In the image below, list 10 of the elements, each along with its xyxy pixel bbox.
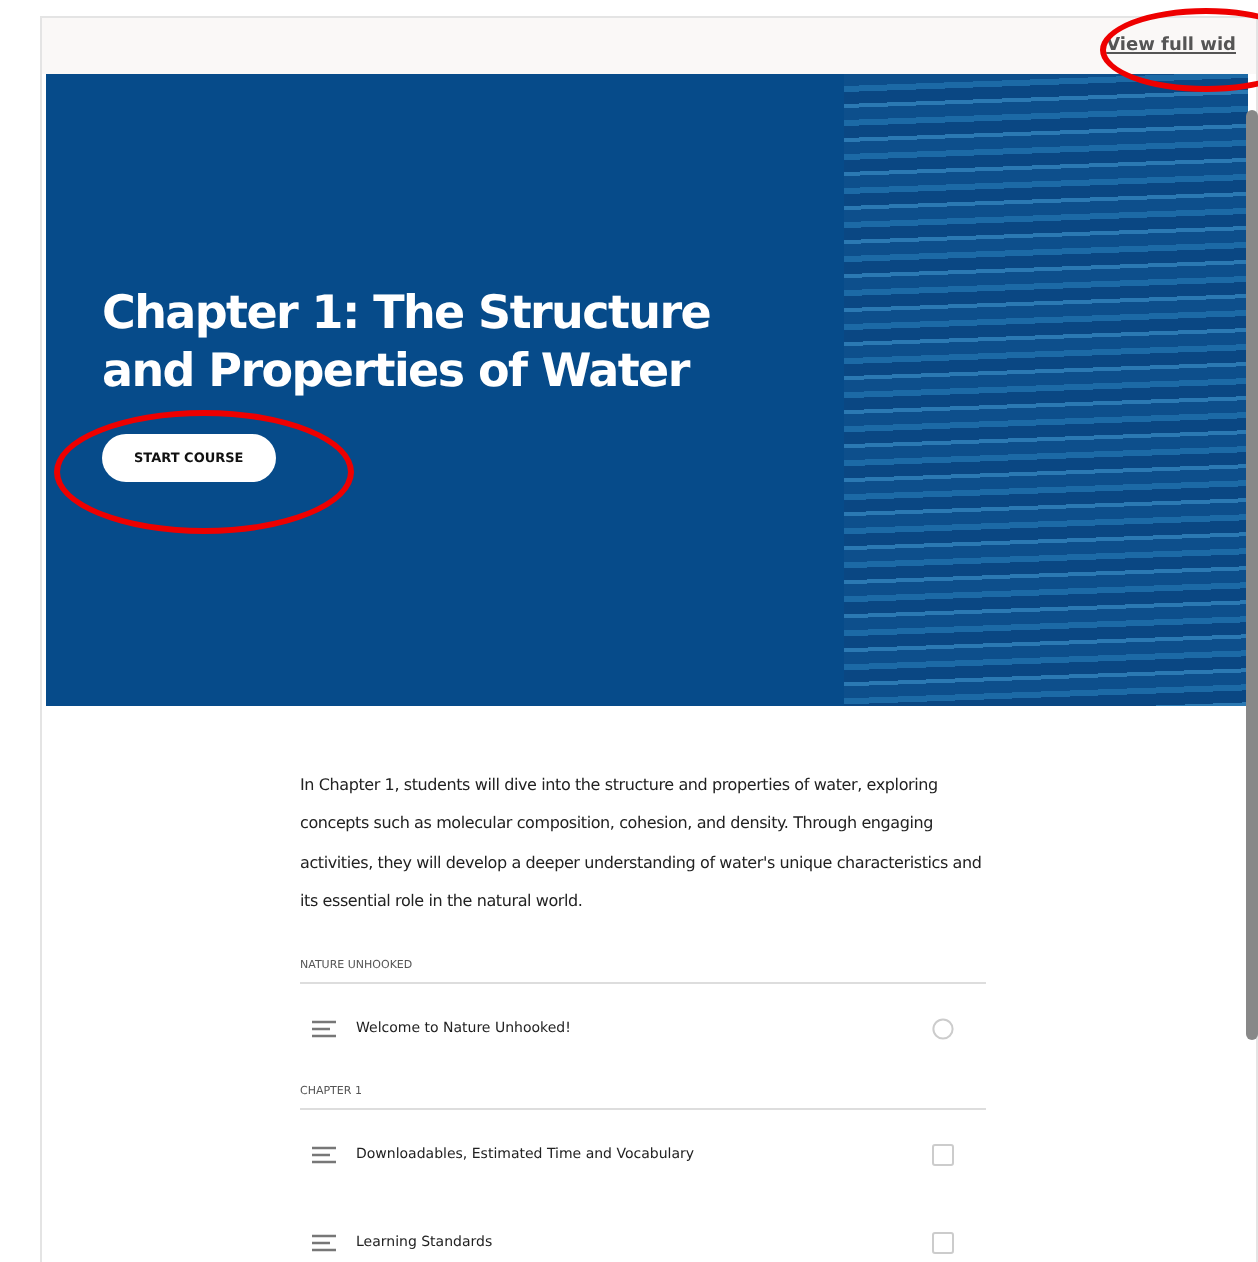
view-full-width-link[interactable]: View full wid [1106,36,1236,56]
scrollbar[interactable] [1246,110,1258,1040]
status-square-icon [932,1143,954,1166]
course-title: Chapter 1: The Structure and Properties of Water [102,286,713,402]
lines-icon [312,1145,336,1164]
lines-icon [312,1019,336,1038]
course-description: In Chapter 1, students will dive into the structure and properties of water, exploring concepts such as molecular composition, cohesion, and density. Through engaging activities, they will develop a deeper understanding of water's unique characteristics and its essential role in the natural world. [300,774,984,914]
status-circle-icon [932,1017,954,1040]
lines-icon [312,1233,336,1252]
status-square-icon [932,1231,954,1254]
